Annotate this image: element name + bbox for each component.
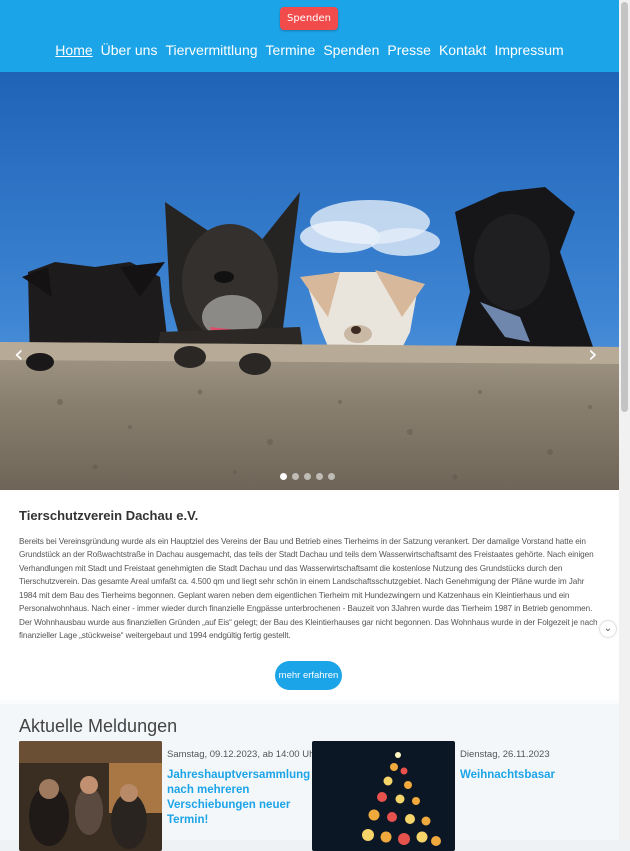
about-text: Bereits bei Vereinsgründung wurde als ei… xyxy=(19,537,598,641)
scrollbar-thumb[interactable] xyxy=(621,2,628,412)
slider-indicators xyxy=(280,473,340,481)
news-date: Samstag, 09.12.2023, ab 14:00 Uhr xyxy=(167,749,318,760)
slider-dot[interactable] xyxy=(292,473,299,480)
nav-tiervermittlung[interactable]: Tiervermittlung xyxy=(165,40,257,60)
slider-dot[interactable] xyxy=(316,473,323,480)
nav-spenden[interactable]: Spenden xyxy=(323,40,379,60)
nav-kontakt[interactable]: Kontakt xyxy=(439,40,486,60)
nav-impressum[interactable]: Impressum xyxy=(494,40,563,60)
slider-dot[interactable] xyxy=(304,473,311,480)
nav-presse[interactable]: Presse xyxy=(387,40,431,60)
slider-next-icon[interactable]: › xyxy=(588,342,598,366)
slider-prev-icon[interactable]: ‹ xyxy=(14,342,24,366)
main-nav: Home Über uns Tiervermittlung Termine Spende… xyxy=(0,40,619,60)
nav-ueber-uns[interactable]: Über uns xyxy=(101,40,158,60)
scrollbar[interactable] xyxy=(619,0,630,840)
news-section: Aktuelle Meldungen Samstag, 09.12.2023, … xyxy=(0,700,619,851)
hero-image-dogs-on-wall xyxy=(0,72,619,490)
site-header: Spenden Home Über uns Tiervermittlung Termi… xyxy=(0,0,619,72)
about-title: Tierschutzverein Dachau e.V. xyxy=(19,508,199,523)
news-headline[interactable]: Weihnachtsbasar xyxy=(460,768,600,783)
slider-dot[interactable] xyxy=(328,473,335,480)
scroll-down-icon[interactable]: ⌄ xyxy=(600,621,616,637)
nav-termine[interactable]: Termine xyxy=(266,40,316,60)
slider-dot[interactable] xyxy=(280,473,287,480)
news-image-christmas-tree[interactable] xyxy=(312,741,455,851)
news-image-meeting[interactable] xyxy=(19,741,162,851)
about-section: Tierschutzverein Dachau e.V. Bereits bei… xyxy=(0,490,619,700)
news-title: Aktuelle Meldungen xyxy=(19,716,178,736)
hero-slider: ‹ › xyxy=(0,72,619,490)
news-headline[interactable]: Jahreshauptversammlung nach mehreren Ver… xyxy=(167,768,310,828)
nav-home[interactable]: Home xyxy=(55,40,92,60)
news-date: Dienstag, 26.11.2023 xyxy=(460,749,550,760)
donate-button[interactable]: Spenden xyxy=(280,7,338,30)
more-info-button[interactable]: mehr erfahren xyxy=(275,661,342,690)
page: Spenden Home Über uns Tiervermittlung Termi… xyxy=(0,0,619,851)
